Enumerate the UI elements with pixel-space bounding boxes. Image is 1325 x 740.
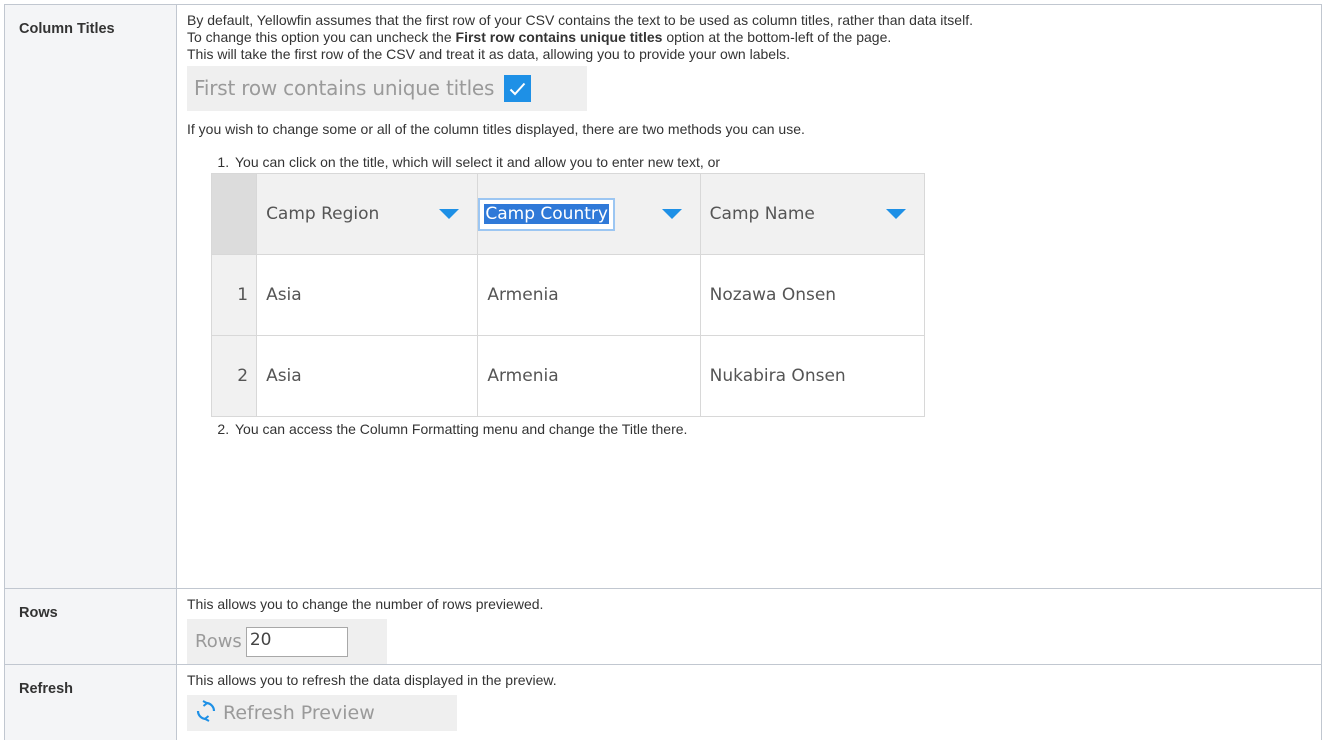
grid-data-row: 2 Asia Armenia Nukabira Onsen: [210, 335, 926, 417]
table-row-refresh: Refresh This allows you to refresh the d…: [4, 664, 1322, 740]
row-description: By default, Yellowfin assumes that the f…: [176, 4, 1322, 589]
paragraph: If you wish to change some or all of the…: [187, 121, 805, 137]
preview-grid-screenshot: Camp Region Camp Country Camp Name 1 Asi…: [210, 173, 926, 417]
grid-cell: Asia: [256, 335, 479, 417]
caret-down-icon[interactable]: [886, 209, 906, 219]
grid-cell: Armenia: [477, 335, 701, 417]
bold-option-name: First row contains unique titles: [455, 29, 663, 45]
refresh-preview-label[interactable]: Refresh Preview: [223, 703, 375, 722]
grid-cell: Nozawa Onsen: [699, 254, 926, 336]
row-heading: Rows: [4, 588, 177, 665]
table-row-rows: Rows This allows you to change the numbe…: [4, 588, 1322, 665]
checkbox-checked-icon[interactable]: [504, 75, 532, 102]
paragraph: This will take the first row of the CSV …: [187, 46, 791, 62]
methods-list: You can click on the title, which will s…: [187, 154, 1311, 438]
grid-header-row: Camp Region Camp Country Camp Name: [210, 173, 926, 255]
method-text: You can access the Column Formatting men…: [235, 421, 688, 437]
list-item: You can access the Column Formatting men…: [233, 421, 1311, 438]
row-description: This allows you to refresh the data disp…: [176, 664, 1322, 740]
grid-header-cell[interactable]: Camp Name: [699, 173, 926, 255]
row-index: 2: [210, 335, 258, 417]
paragraph: This allows you to refresh the data disp…: [187, 672, 557, 688]
grid-header-cell[interactable]: Camp Region: [256, 173, 479, 255]
row-heading: Column Titles: [4, 4, 177, 589]
paragraph: This allows you to change the number of …: [187, 596, 544, 612]
rows-label: Rows: [195, 631, 242, 652]
row-description: This allows you to change the number of …: [176, 588, 1322, 665]
selected-text[interactable]: Camp Country: [484, 203, 609, 224]
caret-down-icon[interactable]: [439, 209, 460, 219]
method-text: You can click on the title, which will s…: [235, 154, 721, 170]
grid-cell: Armenia: [477, 254, 701, 336]
row-index: 1: [210, 254, 258, 336]
header-label[interactable]: Camp Name: [710, 205, 815, 223]
refresh-preview-button[interactable]: Refresh Preview: [187, 695, 457, 731]
rows-setting-screenshot: Rows 20: [187, 619, 387, 664]
text: To change this option you can uncheck th…: [187, 29, 456, 45]
rows-input[interactable]: 20: [245, 626, 348, 657]
list-item: You can click on the title, which will s…: [210, 154, 1311, 417]
grid-data-row: 1 Asia Armenia Nozawa Onsen: [210, 254, 926, 336]
grid-header-cell-editing[interactable]: Camp Country: [477, 173, 701, 255]
header-title-input[interactable]: Camp Country: [478, 197, 615, 231]
table-row-column-titles: Column Titles By default, Yellowfin assu…: [4, 4, 1322, 589]
text: option at the bottom-left of the page.: [662, 29, 892, 45]
first-row-titles-screenshot: First row contains unique titles: [187, 66, 587, 111]
first-row-titles-label: First row contains unique titles: [194, 76, 495, 100]
grid-cell: Nukabira Onsen: [699, 335, 926, 417]
paragraph: By default, Yellowfin assumes that the f…: [187, 12, 973, 28]
options-table: Column Titles By default, Yellowfin assu…: [4, 4, 1322, 740]
grid-cell: Asia: [256, 254, 479, 336]
caret-down-icon[interactable]: [661, 209, 682, 219]
refresh-icon: [195, 700, 217, 726]
header-label[interactable]: Camp Region: [266, 205, 379, 223]
paragraph: To change this option you can uncheck th…: [187, 29, 1311, 46]
row-heading: Refresh: [4, 664, 177, 740]
grid-corner-cell: [210, 173, 258, 255]
